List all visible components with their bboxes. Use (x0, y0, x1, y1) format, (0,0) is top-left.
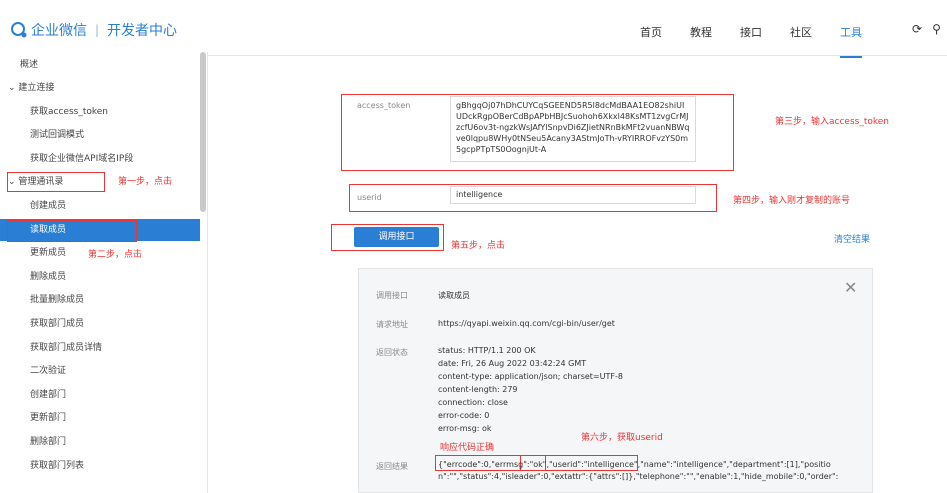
api-value: 读取成员 (438, 291, 470, 300)
status-line: date: Fri, 26 Aug 2022 03:42:24 GMT (438, 359, 587, 368)
sidebar-item-create-member[interactable]: 创建成员 (0, 195, 200, 217)
sidebar-group-connect[interactable]: ⌄ 建立连接 (0, 77, 200, 99)
annotation-box-step1 (7, 172, 105, 192)
sidebar-item-create-dept[interactable]: 创建部门 (0, 384, 200, 406)
response-line-1: {"errcode":0,"errmsg":"ok","userid":"int… (438, 459, 863, 471)
annotation-step4: 第四步，输入刚才复制的账号 (733, 196, 851, 206)
nav-home[interactable]: 首页 (640, 24, 662, 40)
annotation-result-ok: 响应代码正确 (440, 443, 495, 453)
brand-separator: | (95, 23, 100, 37)
response-line-2: n":"","status":4,"isleader":0,"extattr":… (438, 472, 839, 481)
chevron-down-icon: ⌄ (8, 83, 16, 93)
sidebar-scrollbar[interactable] (200, 52, 206, 212)
status-line: content-length: 279 (438, 385, 518, 394)
sidebar-item-list-dept[interactable]: 获取部门列表 (0, 455, 200, 477)
status-line: status: HTTP/1.1 200 OK (438, 346, 536, 355)
brand-name: 企业微信 (31, 23, 87, 39)
sidebar-group-label: 建立连接 (18, 83, 55, 93)
annotation-step6: 第六步，获取userid (581, 433, 663, 443)
status-line: error-code: 0 (438, 411, 490, 420)
annotation-step5: 第五步，点击 (451, 241, 506, 251)
clear-result-link[interactable]: 清空结果 (834, 232, 870, 245)
nav-api[interactable]: 接口 (740, 24, 762, 40)
userid-field[interactable]: intelligence (450, 186, 696, 204)
annotation-box-step2 (7, 220, 137, 242)
brand-logo[interactable]: 企业微信 | 开发者中心 (10, 20, 177, 40)
sidebar: 概述 ⌄ 建立连接 获取access_token 测试回调模式 获取企业微信AP… (0, 52, 208, 493)
wecom-logo-icon (10, 22, 28, 38)
sidebar-item-ip[interactable]: 获取企业微信API域名IP段 (0, 148, 200, 170)
top-nav: 首页 教程 接口 社区 工具 (640, 24, 890, 58)
sidebar-item-delete-dept[interactable]: 删除部门 (0, 431, 200, 453)
product-name: 开发者中心 (107, 23, 178, 39)
call-api-button[interactable]: 调用接口 (354, 227, 439, 247)
annotation-step1: 第一步，点击 (118, 177, 173, 187)
sidebar-item-batch-delete[interactable]: 批量删除成员 (0, 289, 200, 311)
access-token-field[interactable]: gBhgqOj07hDhCUYCqSGEEND5R5l8dcMdBAA1EO82… (450, 96, 696, 162)
search-icon[interactable]: ⚲ (932, 22, 941, 36)
api-label: 调用接口 (376, 291, 408, 300)
response-label: 返回结果 (376, 462, 408, 471)
status-label: 返回状态 (376, 348, 408, 357)
url-label: 请求地址 (376, 320, 408, 329)
response-body: {"errcode":0,"errmsg":"ok","userid":"int… (438, 459, 863, 483)
response-userid: "userid":"intelligence" (549, 460, 638, 469)
response-errcode: {"errcode":0,"errmsg":"ok" (438, 460, 547, 469)
annotation-step2: 第二步，点击 (88, 250, 143, 260)
access-token-label: access_token (357, 101, 411, 110)
sidebar-item-2fa[interactable]: 二次验证 (0, 360, 200, 382)
annotation-step3: 第三步，输入access_token (775, 117, 889, 127)
url-value: https://qyapi.weixin.qq.com/cgi-bin/user… (438, 319, 615, 328)
nav-tutorial[interactable]: 教程 (690, 24, 712, 40)
top-bar: 企业微信 | 开发者中心 首页 教程 接口 社区 工具 ⟳ ⚲ (0, 0, 947, 58)
sidebar-item-dept-members-detail[interactable]: 获取部门成员详情 (0, 337, 200, 359)
top-icons: ⟳ ⚲ (912, 22, 941, 36)
response-rest: ,"name":"intelligence","department":[1],… (637, 460, 831, 469)
close-icon[interactable]: ✕ (844, 278, 857, 297)
status-lines: status: HTTP/1.1 200 OK date: Fri, 26 Au… (438, 344, 623, 435)
sidebar-item-update-dept[interactable]: 更新部门 (0, 407, 200, 429)
nav-community[interactable]: 社区 (790, 24, 812, 40)
status-line: content-type: application/json; charset=… (438, 372, 623, 381)
sidebar-item-overview[interactable]: 概述 (0, 54, 200, 76)
nav-tools[interactable]: 工具 (840, 24, 862, 58)
status-line: connection: close (438, 398, 508, 407)
refresh-icon[interactable]: ⟳ (912, 22, 922, 36)
userid-label: userid (357, 193, 382, 202)
sidebar-item-dept-members[interactable]: 获取部门成员 (0, 313, 200, 335)
sidebar-item-delete-member[interactable]: 删除成员 (0, 266, 200, 288)
sidebar-item-access-token[interactable]: 获取access_token (0, 101, 200, 123)
sidebar-item-callback[interactable]: 测试回调模式 (0, 124, 200, 146)
